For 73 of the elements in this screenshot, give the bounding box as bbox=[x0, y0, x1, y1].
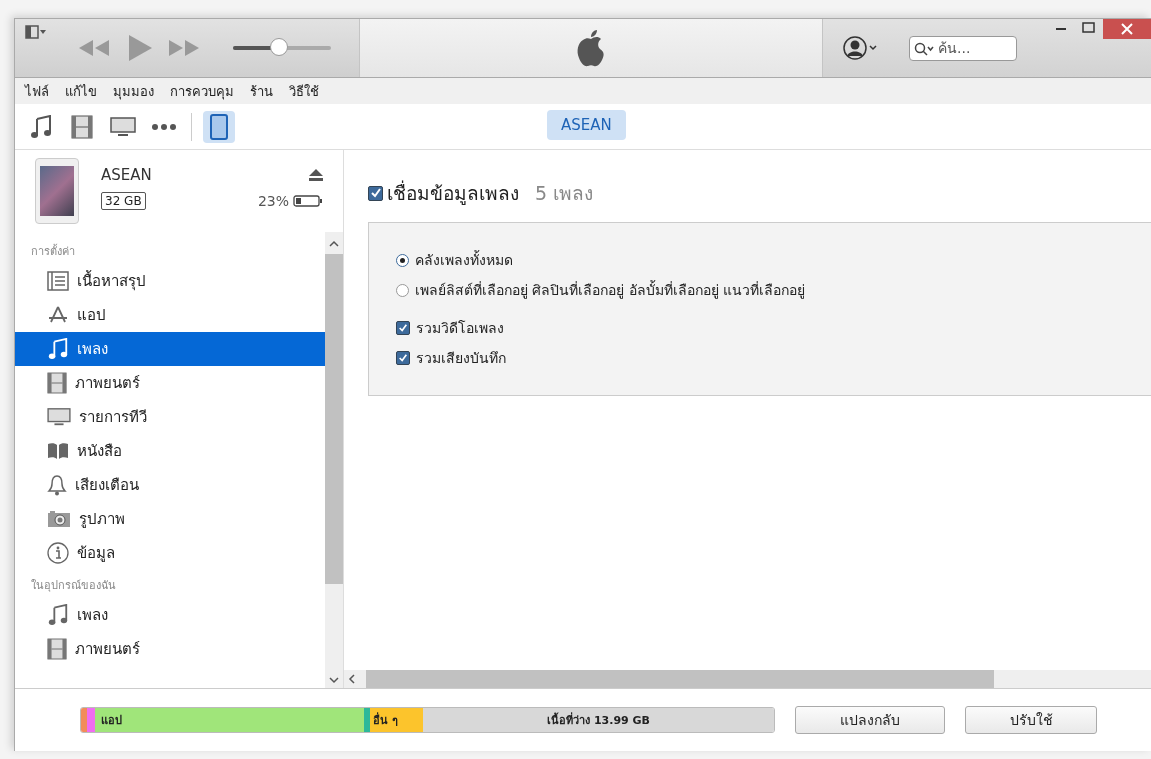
horizontal-scrollbar[interactable] bbox=[344, 670, 1151, 688]
section-heading: การตั้งค่า bbox=[30, 243, 76, 260]
action-button[interactable]: แปลงกลับ bbox=[795, 706, 945, 734]
eject-icon[interactable] bbox=[309, 169, 323, 181]
menu-item[interactable]: ร้าน bbox=[250, 80, 273, 102]
menu-item[interactable]: วิธีใช้ bbox=[289, 80, 319, 102]
menu-item[interactable]: ไฟล์ bbox=[25, 80, 49, 102]
film-icon bbox=[71, 114, 93, 139]
section-heading: ในอุปกรณ์ของฉัน bbox=[30, 578, 117, 594]
tablet-thumbnail bbox=[35, 158, 79, 224]
checkbox[interactable] bbox=[396, 321, 410, 335]
scroll-thumb[interactable] bbox=[366, 670, 994, 688]
more-icon bbox=[152, 123, 176, 130]
radio-button[interactable] bbox=[396, 253, 409, 267]
close-button[interactable] bbox=[1103, 19, 1151, 39]
battery-percent: 23% bbox=[257, 193, 289, 209]
checkbox-label: รวมวิดีโอเพลง bbox=[416, 319, 504, 338]
sidebar-item[interactable]: เสียงเตือน bbox=[15, 468, 325, 502]
sidebar-item[interactable]: รูปภาพ bbox=[15, 502, 325, 536]
radio-button[interactable] bbox=[396, 283, 409, 297]
camera-icon bbox=[47, 510, 71, 528]
option-label: คลังเพลงทั้งหมด bbox=[415, 249, 513, 270]
volume-thumb[interactable] bbox=[270, 38, 289, 56]
scroll-down-icon[interactable] bbox=[329, 676, 339, 684]
scroll-thumb[interactable] bbox=[325, 254, 343, 584]
sidebar-item[interactable]: ภาพยนตร์ bbox=[15, 632, 325, 666]
song-count: 5 เพลง bbox=[535, 181, 594, 206]
checkbox[interactable] bbox=[396, 351, 410, 365]
menu-item[interactable]: มุมมอง bbox=[113, 80, 154, 102]
storage-label: แอป bbox=[101, 713, 122, 729]
bell-icon bbox=[47, 474, 67, 496]
tablet-tab[interactable] bbox=[203, 110, 235, 143]
sidebar-item[interactable]: รายการทีวี bbox=[15, 400, 325, 434]
sidebar-item[interactable]: แอป bbox=[15, 298, 325, 332]
device-button[interactable]: ASEAN bbox=[547, 110, 626, 140]
tablet-icon bbox=[209, 113, 229, 140]
info-icon bbox=[47, 542, 69, 564]
menu-item[interactable]: แก้ไข bbox=[65, 80, 97, 102]
sync-title: เชื่อมข้อมูลเพลง bbox=[387, 179, 519, 207]
menu-item[interactable]: การควบคุม bbox=[170, 80, 234, 102]
app-store-icon bbox=[47, 305, 69, 325]
volume-slider[interactable] bbox=[233, 38, 331, 58]
sidebar-item[interactable]: เพลง bbox=[15, 598, 325, 632]
storage-label: เนื้อที่ว่าง 13.99 GB bbox=[547, 711, 650, 729]
tv-icon bbox=[47, 407, 71, 427]
sidebar-item[interactable]: ภาพยนตร์ bbox=[15, 366, 325, 400]
film-icon bbox=[47, 372, 67, 394]
sidebar-item[interactable]: เพลง bbox=[15, 332, 325, 366]
storage-label: อื่น ๆ bbox=[373, 711, 398, 729]
sidebar-item[interactable]: หนังสือ bbox=[15, 434, 325, 468]
music-note-icon bbox=[30, 114, 52, 139]
music-note-icon bbox=[47, 604, 69, 626]
checkbox-label: รวมเสียงบันทึก bbox=[416, 349, 506, 368]
list-icon bbox=[47, 271, 69, 291]
search-field[interactable]: ค้น... bbox=[909, 35, 1017, 61]
option-label: เพลย์ลิสต์ที่เลือกอยู่ ศิลปินที่เลือกอยู่ อัลบั้มที่เลือกอยู่ แนวที่เลือกอยู่ bbox=[415, 279, 806, 301]
music-note-icon bbox=[47, 338, 69, 360]
sync-checkbox[interactable] bbox=[368, 185, 383, 201]
device-name: ASEAN bbox=[101, 166, 152, 184]
battery-icon bbox=[293, 195, 323, 207]
scroll-up-icon[interactable] bbox=[329, 240, 339, 248]
close-icon bbox=[1121, 23, 1133, 35]
sidebar-toggle-icon[interactable] bbox=[25, 25, 47, 39]
tv-icon bbox=[110, 115, 136, 138]
account-icon[interactable] bbox=[843, 36, 879, 60]
sidebar-item[interactable]: เนื้อหาสรุป bbox=[15, 264, 325, 298]
vertical-scrollbar[interactable] bbox=[325, 232, 343, 688]
capacity-badge: 32 GB bbox=[101, 192, 146, 210]
film-icon bbox=[47, 638, 67, 660]
book-icon bbox=[47, 442, 69, 460]
scroll-left-icon[interactable] bbox=[348, 674, 356, 684]
action-button[interactable]: ปรับใช้ bbox=[965, 706, 1097, 734]
sidebar-item[interactable]: ข้อมูล bbox=[15, 536, 325, 570]
